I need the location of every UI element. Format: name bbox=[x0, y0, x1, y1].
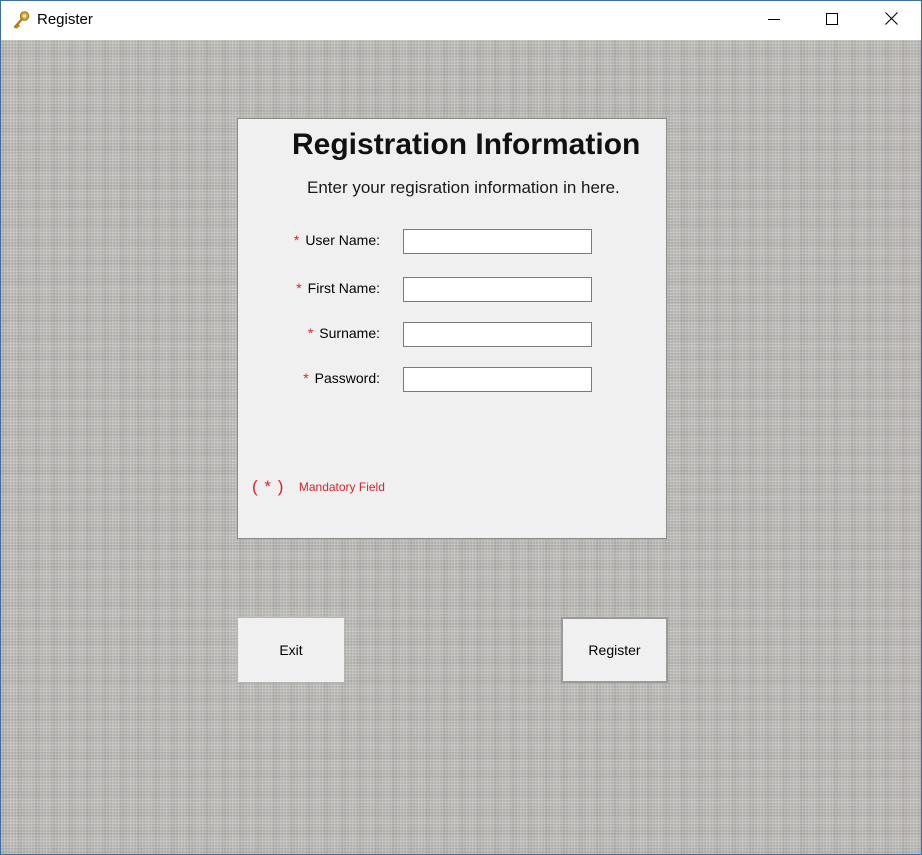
minimize-icon bbox=[768, 12, 780, 30]
textured-background: Registration Information Enter your regi… bbox=[1, 40, 921, 854]
keys-icon bbox=[12, 10, 32, 30]
register-window: Register Registration Information Enter … bbox=[0, 0, 922, 855]
required-asterisk: * bbox=[293, 232, 300, 248]
first-name-label-group: * First Name: bbox=[296, 280, 380, 296]
password-row: * Password: bbox=[238, 367, 666, 393]
close-button[interactable] bbox=[868, 1, 914, 40]
surname-input[interactable] bbox=[403, 322, 592, 347]
username-row: * User Name: bbox=[238, 229, 666, 255]
form-subtitle: Enter your regisration information in he… bbox=[307, 178, 620, 197]
required-asterisk: * bbox=[307, 325, 314, 341]
title-bar[interactable]: Register bbox=[1, 1, 921, 40]
first-name-row: * First Name: bbox=[238, 277, 666, 303]
maximize-button[interactable] bbox=[809, 1, 855, 40]
username-label: User Name: bbox=[305, 232, 380, 248]
password-label-group: * Password: bbox=[303, 370, 380, 386]
minimize-button[interactable] bbox=[751, 1, 797, 40]
username-label-group: * User Name: bbox=[294, 232, 380, 248]
form-title: Registration Information bbox=[292, 128, 641, 161]
exit-button[interactable]: Exit bbox=[237, 617, 345, 683]
surname-row: * Surname: bbox=[238, 322, 666, 348]
surname-label-group: * Surname: bbox=[308, 325, 380, 341]
mandatory-note: ( * ) Mandatory Field bbox=[252, 477, 385, 497]
required-asterisk: * bbox=[296, 280, 302, 296]
mandatory-text: Mandatory Field bbox=[298, 480, 385, 494]
registration-panel: Registration Information Enter your regi… bbox=[237, 118, 667, 539]
surname-label: Surname: bbox=[319, 325, 380, 341]
password-input[interactable] bbox=[403, 367, 592, 392]
mandatory-mark: ( * ) bbox=[252, 477, 285, 496]
maximize-icon bbox=[826, 12, 838, 30]
register-button[interactable]: Register bbox=[561, 617, 668, 683]
required-asterisk: * bbox=[303, 370, 309, 386]
password-label: Password: bbox=[314, 370, 380, 386]
window-title: Register bbox=[37, 11, 93, 28]
close-icon bbox=[884, 11, 898, 30]
username-input[interactable] bbox=[403, 229, 592, 254]
first-name-label: First Name: bbox=[307, 280, 380, 296]
first-name-input[interactable] bbox=[403, 277, 592, 302]
